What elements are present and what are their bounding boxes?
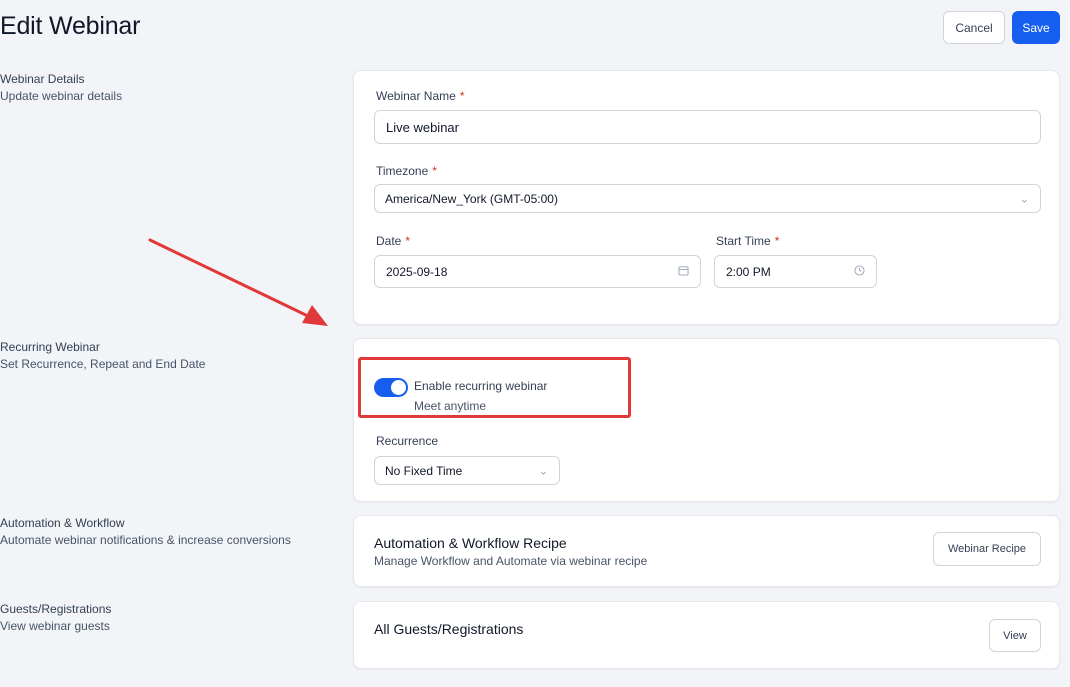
annotation-highlight-box [358, 357, 631, 418]
chevron-down-icon: ⌄ [1019, 193, 1029, 205]
guests-subtitle: View webinar guests [0, 619, 110, 633]
date-label: Date * [376, 234, 411, 248]
timezone-select[interactable]: America/New_York (GMT-05:00) ⌄ [374, 184, 1041, 213]
automation-title: Automation & Workflow [0, 516, 125, 530]
webinar-details-subtitle: Update webinar details [0, 89, 123, 103]
guests-card: All Guests/Registrations View [353, 601, 1060, 669]
clock-icon [854, 264, 865, 279]
recurrence-select[interactable]: No Fixed Time ⌄ [374, 456, 560, 485]
start-time-input[interactable]: 2:00 PM [714, 255, 877, 288]
recurring-webinar-title: Recurring Webinar [0, 340, 100, 354]
save-button[interactable]: Save [1012, 11, 1060, 44]
required-mark: * [432, 164, 437, 178]
automation-card: Automation & Workflow Recipe Manage Work… [353, 515, 1060, 587]
webinar-recipe-button[interactable]: Webinar Recipe [933, 532, 1041, 566]
chevron-down-icon: ⌄ [538, 465, 548, 477]
view-guests-button[interactable]: View [989, 619, 1041, 652]
required-mark: * [774, 234, 780, 248]
automation-subtitle: Automate webinar notifications & increas… [0, 533, 291, 547]
webinar-name-label: Webinar Name * [376, 89, 465, 103]
webinar-details-card: Webinar Name * Live webinar Timezone * Ame… [353, 70, 1060, 325]
recurrence-label: Recurrence [376, 434, 439, 448]
automation-card-title: Automation & Workflow Recipe [374, 535, 567, 551]
date-input[interactable]: 2025-09-18 [374, 255, 701, 288]
guests-title: Guests/Registrations [0, 602, 112, 616]
automation-card-subtitle: Manage Workflow and Automate via webinar… [374, 554, 648, 568]
cancel-button[interactable]: Cancel [943, 11, 1005, 44]
timezone-label: Timezone * [376, 164, 437, 178]
required-mark: * [405, 234, 411, 248]
guests-card-title: All Guests/Registrations [374, 621, 524, 637]
page-title: Edit Webinar [0, 12, 141, 40]
required-mark: * [459, 89, 465, 103]
calendar-icon [678, 265, 689, 279]
webinar-name-input[interactable]: Live webinar [374, 110, 1041, 144]
webinar-details-title: Webinar Details [0, 72, 85, 86]
start-time-label: Start Time * [716, 234, 780, 248]
recurring-webinar-subtitle: Set Recurrence, Repeat and End Date [0, 357, 206, 371]
